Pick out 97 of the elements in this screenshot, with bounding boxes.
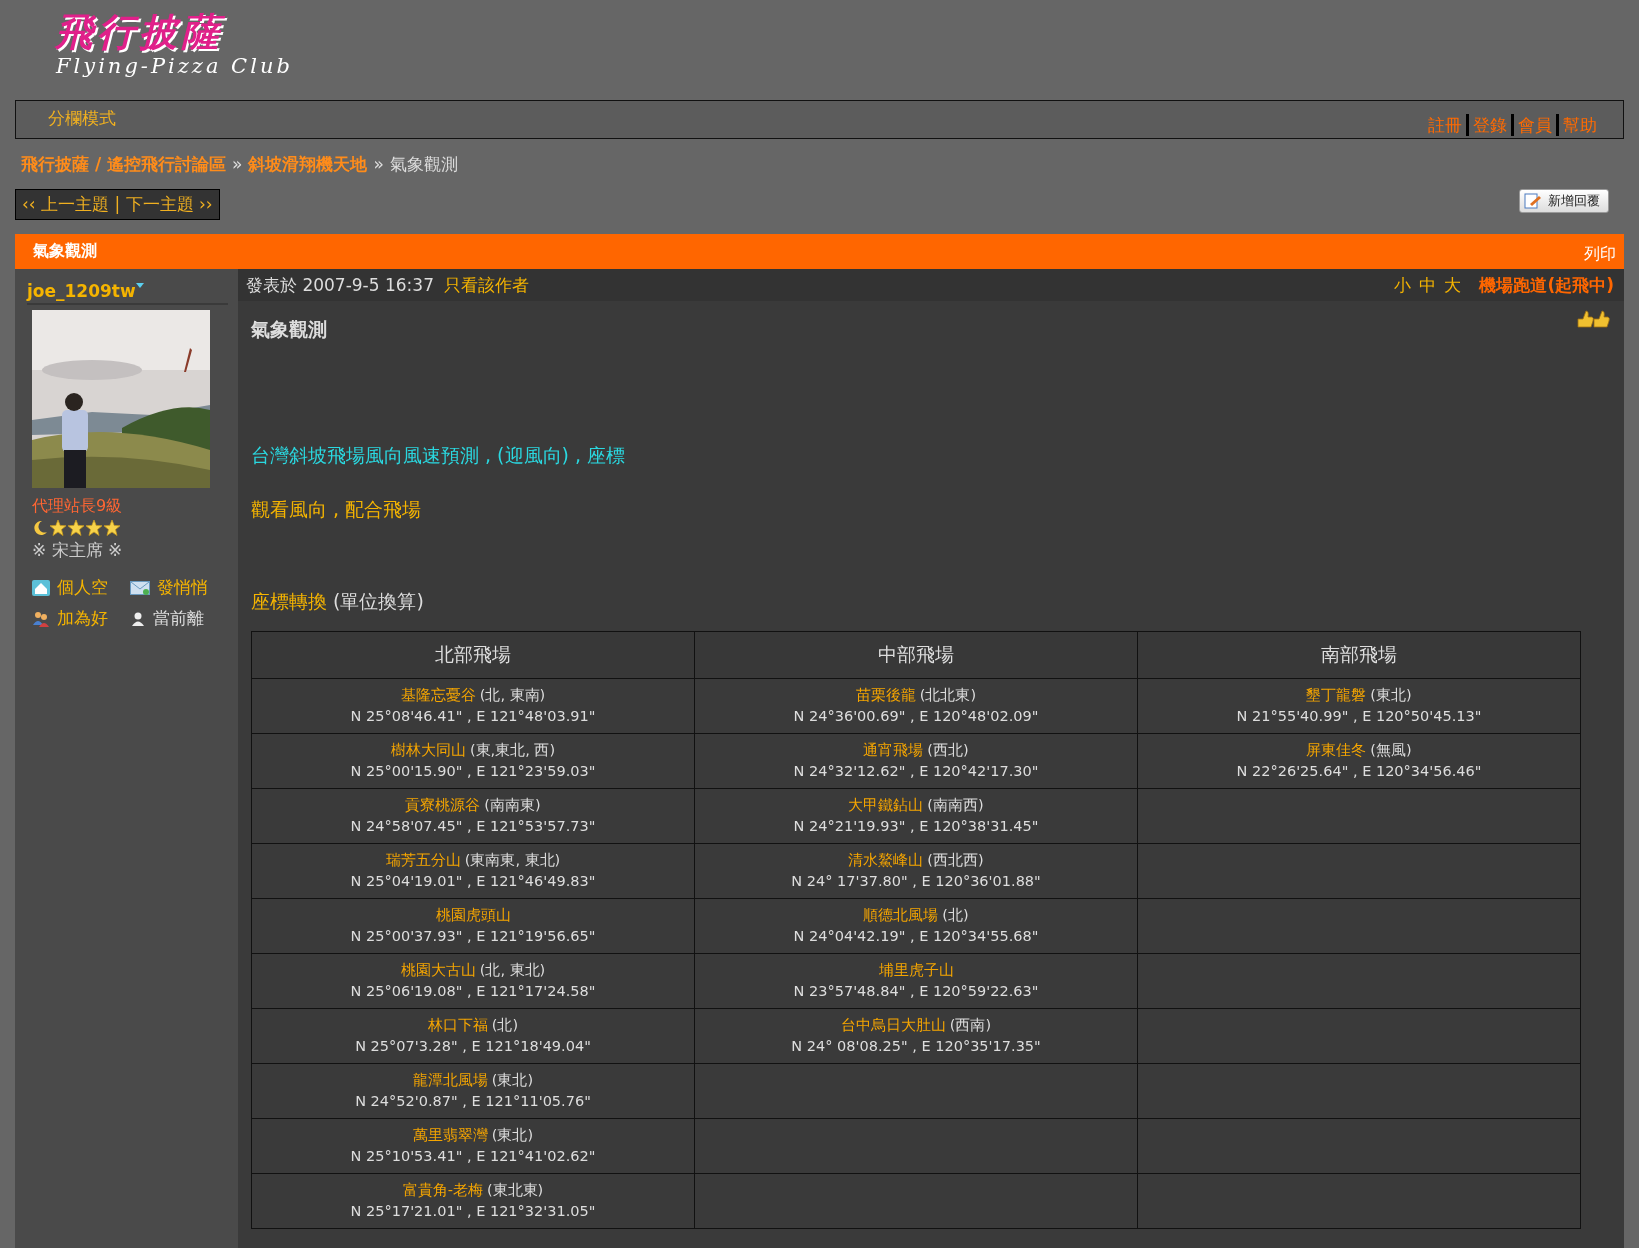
reply-button[interactable]: 新增回覆 xyxy=(1519,189,1609,213)
airfield-link[interactable]: 台中烏日大肚山 xyxy=(840,1017,946,1033)
coordinates: N 24°32'12.62" , E 120°42'17.30" xyxy=(793,763,1039,779)
people-icon xyxy=(32,609,50,628)
post-title: 氣象觀測 xyxy=(251,317,327,342)
airfield-link[interactable]: 萬里翡翠灣 xyxy=(412,1127,488,1143)
coordinates: N 25°04'19.01" , E 121°46'49.83" xyxy=(350,873,596,889)
font-size-link[interactable]: 大 xyxy=(1444,273,1462,297)
airfield-link[interactable]: 瑞芳五分山 xyxy=(385,852,461,868)
user-rank: 代理站長9級 xyxy=(32,496,124,517)
logo-subtitle: Flying-Pizza Club xyxy=(56,54,293,78)
wind-direction: (東北) xyxy=(1370,687,1412,703)
wind-direction: (西北) xyxy=(927,742,969,758)
wind-direction: (東北) xyxy=(491,1127,534,1143)
star-icon xyxy=(103,519,121,537)
post-headline: 台灣斜坡飛場風向風速預測 , (迎風向) , 座標 xyxy=(251,443,627,468)
coordinates: N 25°00'15.90" , E 121°23'59.03" xyxy=(350,763,596,779)
wind-direction: (東北) xyxy=(491,1072,534,1088)
thread-nav-link[interactable]: ‹‹ 上一主題 | 下一主題 ›› xyxy=(15,189,220,220)
wind-direction: (東南東, 東北) xyxy=(464,852,561,868)
thumbs-up-icon[interactable] xyxy=(1576,309,1612,329)
coordinates: N 21°55'40.99" , E 120°50'45.13" xyxy=(1236,708,1482,724)
airfield-link[interactable]: 富貴角-老梅 xyxy=(402,1182,483,1198)
airfield-link[interactable]: 桃園大古山 xyxy=(400,962,476,978)
airfield-link[interactable]: 林口下福 xyxy=(427,1017,488,1033)
pencil-note-icon xyxy=(1524,192,1542,210)
coordinate-link[interactable]: 座標轉換 xyxy=(251,590,327,612)
column-header: 中部飛場 xyxy=(694,631,1138,679)
profile-action-link[interactable]: 發悄悄 xyxy=(157,576,208,599)
wind-direction: (西北西) xyxy=(927,852,984,868)
user-status: 機場跑道(起飛中) xyxy=(1479,273,1614,297)
airfield-link[interactable]: 基隆忘憂谷 xyxy=(400,687,476,703)
breadcrumb-current: 氣象觀測 xyxy=(389,152,458,176)
wind-direction: (南南西) xyxy=(927,797,984,813)
coordinates: N 24°21'19.93" , E 120°38'31.45" xyxy=(793,818,1039,834)
mode-link[interactable]: 分欄模式 xyxy=(48,107,116,130)
coordinates: N 24°58'07.45" , E 121°53'57.73" xyxy=(350,818,596,834)
custom-title: ※ 宋主席 ※ xyxy=(32,539,124,562)
font-size-link[interactable]: 小 xyxy=(1394,273,1412,297)
wind-direction: (北) xyxy=(491,1017,519,1033)
airfield-link[interactable]: 桃園虎頭山 xyxy=(435,907,511,923)
profile-action-link[interactable]: 個人空 xyxy=(57,576,108,599)
breadcrumb-separator: » xyxy=(373,154,384,174)
airfield-link[interactable]: 埔里虎子山 xyxy=(878,962,954,978)
airfield-link[interactable]: 順德北風場 xyxy=(863,907,939,923)
coordinates: N 24° 17'37.80" , E 120°36'01.88" xyxy=(791,873,1041,889)
font-size-link[interactable]: 中 xyxy=(1419,273,1437,297)
moon-icon xyxy=(31,519,49,537)
wind-direction: (北北東) xyxy=(919,687,977,703)
coordinates: N 25°10'53.41" , E 121°41'02.62" xyxy=(350,1148,596,1164)
airfield-link[interactable]: 貢寮桃源谷 xyxy=(405,797,481,813)
coordinates: N 25°07'3.28" , E 121°18'49.04" xyxy=(355,1038,591,1054)
breadcrumb-separator: » xyxy=(232,154,243,174)
star-icon xyxy=(85,519,103,537)
airfield-link[interactable]: 墾丁龍磐 xyxy=(1306,687,1367,703)
coordinates: N 25°00'37.93" , E 121°19'56.65" xyxy=(350,928,596,944)
column-header: 南部飛場 xyxy=(1137,631,1581,679)
mail-icon xyxy=(130,580,150,595)
thread-title: 氣象觀測 xyxy=(33,241,97,262)
profile-action-link[interactable]: 加為好 xyxy=(57,607,108,630)
coordinates: N 24°04'42.19" , E 120°34'55.68" xyxy=(793,928,1039,944)
post-note: 觀看風向 , 配合飛場 xyxy=(251,497,423,522)
user-icon xyxy=(130,610,146,627)
wind-direction: (北, 東南) xyxy=(479,687,546,703)
author-only-link[interactable]: 只看該作者 xyxy=(443,273,529,297)
coordinates: N 24°36'00.69" , E 120°48'02.09" xyxy=(793,708,1039,724)
airfield-link[interactable]: 大甲鐵鉆山 xyxy=(848,797,924,813)
column-header: 北部飛場 xyxy=(251,631,695,679)
print-link[interactable]: 列印 xyxy=(1584,244,1616,265)
caret-icon[interactable] xyxy=(135,283,144,289)
coordinates: N 24° 08'08.25" , E 120°35'17.35" xyxy=(791,1038,1041,1054)
coordinates: N 24°52'0.87" , E 121°11'05.76" xyxy=(355,1093,591,1109)
wind-direction: (無風) xyxy=(1370,742,1412,758)
wind-direction: (北) xyxy=(942,907,969,923)
airfield-link[interactable]: 通宵飛場 xyxy=(863,742,924,758)
author-name[interactable]: joe_1209tw xyxy=(27,281,136,301)
coordinates: N 22°26'25.64" , E 120°34'56.46" xyxy=(1236,763,1482,779)
wind-direction: (東,東北, 西) xyxy=(469,742,556,758)
home-icon xyxy=(32,579,50,596)
star-icon xyxy=(67,519,85,537)
star-icon xyxy=(49,519,67,537)
coordinates: N 25°08'46.41" , E 121°48'03.91" xyxy=(350,708,596,724)
coordinates: N 25°06'19.08" , E 121°17'24.58" xyxy=(350,983,596,999)
wind-direction: (南南東) xyxy=(484,797,541,813)
airfield-link[interactable]: 清水鰲峰山 xyxy=(848,852,924,868)
airfield-link[interactable]: 苗栗後龍 xyxy=(855,687,916,703)
airfield-link[interactable]: 屏東佳冬 xyxy=(1306,742,1367,758)
section-note: (單位換算) xyxy=(333,590,424,612)
wind-direction: (西南) xyxy=(949,1017,992,1033)
post-date: 發表於 2007-9-5 16:37 xyxy=(246,273,434,297)
wind-direction: (北, 東北) xyxy=(479,962,546,978)
coordinates: N 23°57'48.84" , E 120°59'22.63" xyxy=(793,983,1039,999)
status-text: 當前離 xyxy=(153,607,204,630)
coordinates: N 25°17'21.01" , E 121°32'31.05" xyxy=(350,1203,596,1219)
airfield-link[interactable]: 龍潭北風場 xyxy=(412,1072,488,1088)
airfield-link[interactable]: 樹林大同山 xyxy=(390,742,466,758)
wind-direction: (東北東) xyxy=(486,1182,544,1198)
